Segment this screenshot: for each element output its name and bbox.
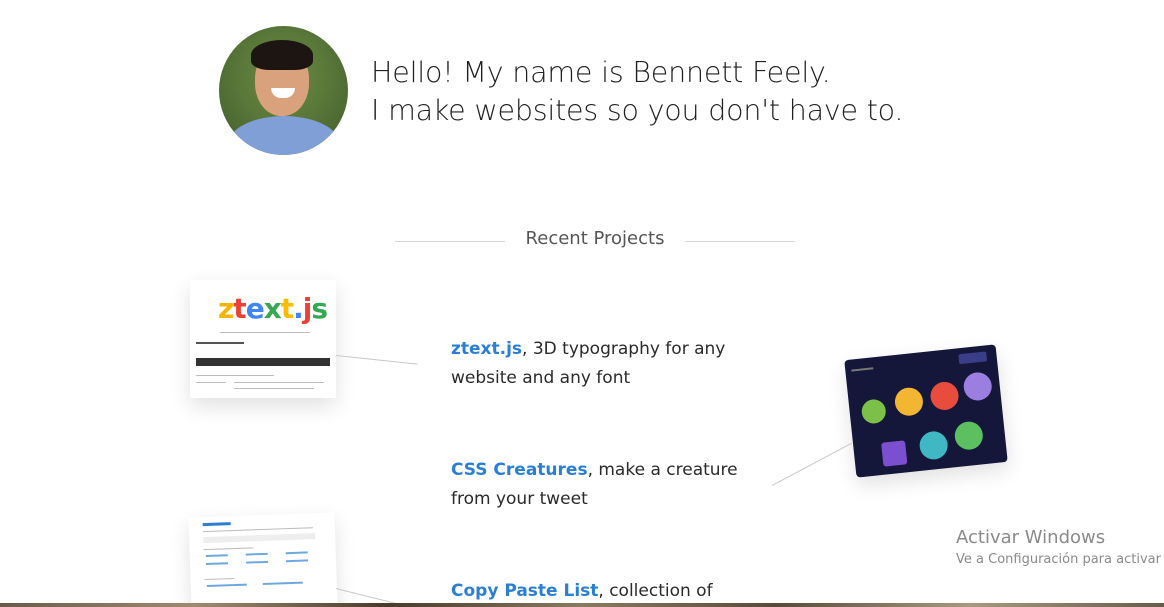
intro-headline: Hello! My name is Bennett Feely. I make … [371, 54, 903, 130]
creature-yellow [893, 386, 925, 418]
thumb-link-line [262, 581, 303, 586]
creature-violet [881, 440, 908, 467]
windows-activation-watermark: Activar Windows Ve a Configuración para … [956, 527, 1161, 567]
thumb-link-line [285, 551, 308, 555]
thumb-text-line [196, 382, 226, 383]
ztext-logo-letter: t [233, 292, 246, 325]
thumb-search-box [203, 533, 316, 544]
ztext-thumbnail-logo: ztext.js [218, 292, 328, 325]
watermark-subtitle: Ve a Configuración para activar [956, 552, 1161, 567]
ztext-connector-line [335, 355, 418, 365]
creature-lime [953, 420, 985, 452]
creatures-connector-line [772, 442, 852, 486]
ztext-logo-letter: . [293, 292, 304, 325]
project-css-creatures: CSS Creatures, make a creature from your… [451, 456, 741, 514]
thumb-text-line [196, 375, 236, 376]
copy-paste-list-description: , collection of [598, 581, 713, 601]
thumb-text-line [203, 547, 254, 551]
heading-divider-right [685, 241, 795, 242]
css-creatures-link[interactable]: CSS Creatures [451, 460, 588, 480]
thumb-link-line [245, 552, 268, 556]
watermark-title: Activar Windows [956, 527, 1106, 548]
copy-paste-list-link[interactable]: Copy Paste List [451, 581, 598, 601]
thumb-text-line [202, 527, 313, 533]
recent-projects-title: Recent Projects [525, 228, 665, 249]
avatar-hair [251, 40, 313, 70]
creature-green [860, 398, 887, 425]
thumb-text-line [234, 388, 314, 389]
ztext-logo-letter: x [263, 292, 282, 325]
avatar [219, 26, 348, 155]
thumb-text-line [204, 578, 235, 581]
recent-projects-heading: Recent Projects [395, 228, 795, 254]
ztext-thumbnail[interactable]: ztext.js [190, 280, 336, 398]
ztext-logo-letter: e [245, 292, 265, 325]
intro-section: Hello! My name is Bennett Feely. I make … [219, 26, 979, 156]
thumb-text-line [196, 342, 244, 344]
thumb-link-line [246, 560, 269, 564]
ztext-logo-letter: s [311, 292, 328, 325]
intro-line-2: I make websites so you don't have to. [371, 94, 904, 127]
thumb-text-line [234, 375, 274, 376]
thumb-text-line [234, 382, 324, 383]
thumb-link-line [206, 583, 247, 587]
ztext-logo-letter: z [218, 292, 234, 325]
thumb-text-line [220, 332, 310, 333]
css-creatures-thumbnail[interactable] [844, 344, 1008, 478]
thumb-link-line [205, 554, 228, 557]
taskbar-edge [0, 603, 1164, 607]
ztext-link[interactable]: ztext.js [451, 339, 522, 359]
creature-purple [962, 371, 994, 402]
project-copy-paste-list: Copy Paste List, collection of [451, 577, 751, 606]
project-ztext: ztext.js, 3D typography for any website … [451, 335, 751, 393]
copy-paste-list-thumbnail[interactable] [188, 512, 338, 607]
thumb-title-line [202, 522, 231, 527]
thumb-link-line [206, 562, 229, 565]
thumb-button [958, 351, 988, 365]
creature-teal [918, 430, 950, 461]
ztext-logo-letter: t [280, 292, 294, 325]
thumb-header-line [851, 367, 874, 372]
intro-line-1: Hello! My name is Bennett Feely. [371, 56, 831, 89]
creature-red [929, 380, 960, 412]
thumb-code-bar [196, 358, 330, 366]
thumb-link-line [285, 559, 309, 563]
avatar-shirt [227, 116, 341, 155]
